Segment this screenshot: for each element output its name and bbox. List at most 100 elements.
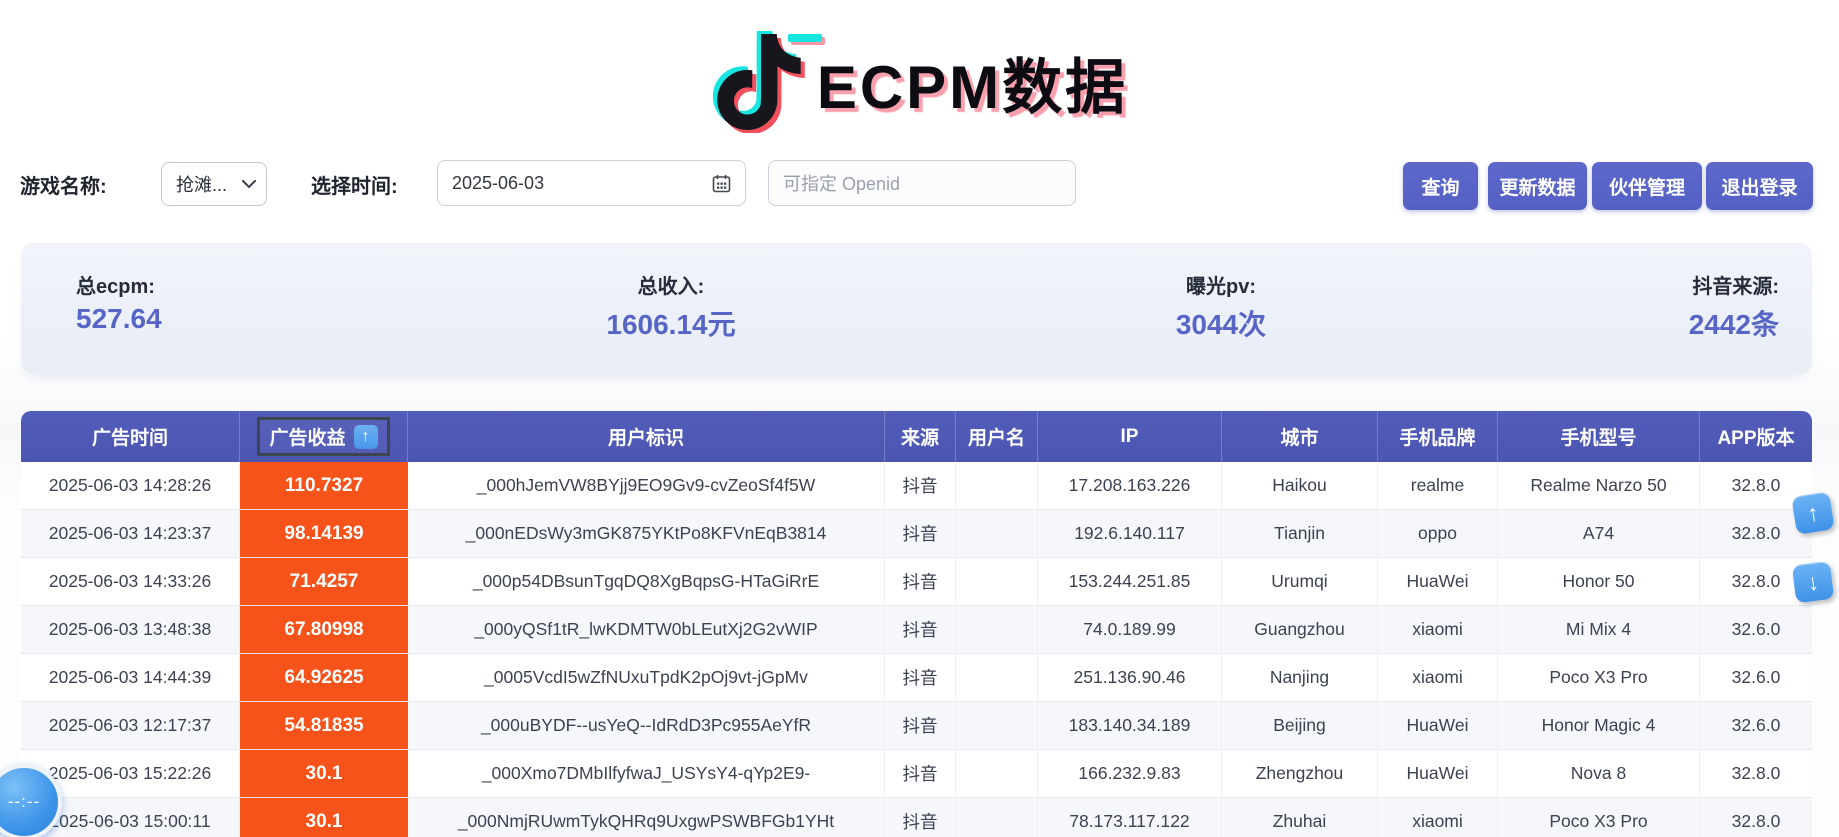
stat-total-ecpm: 总ecpm: 527.64 <box>76 243 376 374</box>
cell-source: 抖音 <box>885 798 956 837</box>
cell-ip: 183.140.34.189 <box>1038 702 1222 749</box>
cell-ad-revenue: 98.14139 <box>240 510 408 557</box>
cell-ad-time: 2025-06-03 12:17:37 <box>21 702 240 749</box>
cell-ad-time: 2025-06-03 14:23:37 <box>21 510 240 557</box>
cell-phone-model: Poco X3 Pro <box>1498 654 1700 701</box>
logout-button[interactable]: 退出登录 <box>1706 162 1813 210</box>
cell-ad-revenue: 64.92625 <box>240 654 408 701</box>
cell-username <box>956 510 1038 557</box>
table-row[interactable]: 2025-06-03 12:17:37 54.81835 _000uBYDF--… <box>21 702 1812 750</box>
table-row[interactable]: 2025-06-03 13:48:38 67.80998 _000yQSf1tR… <box>21 606 1812 654</box>
stat-douyin-source: 抖音来源: 2442条 <box>1479 243 1779 374</box>
cell-phone-brand: xiaomi <box>1378 798 1498 837</box>
table-row[interactable]: 2025-06-03 14:44:39 64.92625 _0005VcdI5w… <box>21 654 1812 702</box>
game-select[interactable]: 抢滩... <box>161 162 267 206</box>
cell-username <box>956 750 1038 797</box>
table-row[interactable]: 2025-06-03 15:22:26 30.1 _000Xmo7DMbIlfy… <box>21 750 1812 798</box>
header-ad-revenue: 广告收益 ↑ <box>240 411 408 462</box>
ecpm-dashboard-page: ECPM数据 游戏名称: 抢滩... 选择时间: 2025-06-03 可指定 … <box>0 0 1839 837</box>
cell-phone-brand: HuaWei <box>1378 750 1498 797</box>
header-ad-time[interactable]: 广告时间 <box>21 411 240 462</box>
table-header-row: 广告时间 广告收益 ↑ 用户标识 来源 用户名 IP 城市 手机品牌 手机型号 … <box>21 411 1812 462</box>
scroll-to-top-button[interactable]: ↑ <box>1791 491 1834 534</box>
stat-value: 1606.14元 <box>501 303 841 343</box>
table-row[interactable]: 2025-06-03 14:33:26 71.4257 _000p54DBsun… <box>21 558 1812 606</box>
header-app-version[interactable]: APP版本 <box>1700 411 1812 462</box>
game-name-label: 游戏名称: <box>20 170 107 199</box>
stat-value: 527.64 <box>76 303 376 335</box>
cell-ad-time: 2025-06-03 14:28:26 <box>21 462 240 509</box>
cell-phone-brand: xiaomi <box>1378 654 1498 701</box>
table-row[interactable]: 2025-06-03 14:28:26 110.7327 _000hJemVW8… <box>21 462 1812 510</box>
table-row[interactable]: 2025-06-03 15:00:11 30.1 _000NmjRUwmTykQ… <box>21 798 1812 837</box>
header-phone-model[interactable]: 手机型号 <box>1498 411 1700 462</box>
cell-phone-brand: HuaWei <box>1378 558 1498 605</box>
cell-phone-model: A74 <box>1498 510 1700 557</box>
cell-app-version: 32.6.0 <box>1700 654 1812 701</box>
cell-source: 抖音 <box>885 654 956 701</box>
cell-city: Urumqi <box>1222 558 1378 605</box>
stat-label: 总收入: <box>501 270 841 299</box>
table-row[interactable]: 2025-06-03 14:23:37 98.14139 _000nEDsWy3… <box>21 510 1812 558</box>
cell-user-id: _000uBYDF--usYeQ--IdRdD3Pc955AeYfR <box>408 702 885 749</box>
cell-ad-revenue: 110.7327 <box>240 462 408 509</box>
cell-phone-model: Mi Mix 4 <box>1498 606 1700 653</box>
calendar-icon <box>712 174 731 193</box>
cell-username <box>956 654 1038 701</box>
cell-user-id: _0005VcdI5wZfNUxuTpdK2pOj9vt-jGpMv <box>408 654 885 701</box>
cell-username <box>956 606 1038 653</box>
query-button[interactable]: 查询 <box>1403 162 1478 210</box>
cell-user-id: _000NmjRUwmTykQHRq9UxgwPSWBFGb1YHt <box>408 798 885 837</box>
cell-phone-brand: HuaWei <box>1378 702 1498 749</box>
cell-source: 抖音 <box>885 606 956 653</box>
cell-source: 抖音 <box>885 510 956 557</box>
cell-ip: 153.244.251.85 <box>1038 558 1222 605</box>
cell-ad-time: 2025-06-03 14:44:39 <box>21 654 240 701</box>
cell-username <box>956 558 1038 605</box>
date-value: 2025-06-03 <box>452 173 544 194</box>
cell-username <box>956 702 1038 749</box>
openid-input[interactable]: 可指定 Openid <box>768 160 1076 206</box>
cell-city: Zhuhai <box>1222 798 1378 837</box>
refresh-data-button[interactable]: 更新数据 <box>1488 162 1587 210</box>
cell-app-version: 32.6.0 <box>1700 606 1812 653</box>
cell-ip: 192.6.140.117 <box>1038 510 1222 557</box>
cell-ad-revenue: 67.80998 <box>240 606 408 653</box>
cell-user-id: _000yQSf1tR_lwKDMTW0bLEutXj2G2vWIP <box>408 606 885 653</box>
revenue-sort-control[interactable]: 广告收益 ↑ <box>257 417 389 456</box>
date-input[interactable]: 2025-06-03 <box>437 160 746 206</box>
cell-city: Nanjing <box>1222 654 1378 701</box>
cell-ad-time: 2025-06-03 14:33:26 <box>21 558 240 605</box>
cell-user-id: _000nEDsWy3mGK875YKtPo8KFVnEqB3814 <box>408 510 885 557</box>
header-ip[interactable]: IP <box>1038 411 1222 462</box>
cell-user-id: _000hJemVW8BYjj9EO9Gv9-cvZeoSf4f5W <box>408 462 885 509</box>
sort-ascending-icon[interactable]: ↑ <box>354 425 378 449</box>
header-username[interactable]: 用户名 <box>956 411 1038 462</box>
cell-phone-model: Realme Narzo 50 <box>1498 462 1700 509</box>
ecpm-data-table: 广告时间 广告收益 ↑ 用户标识 来源 用户名 IP 城市 手机品牌 手机型号 … <box>21 411 1812 837</box>
cell-city: Haikou <box>1222 462 1378 509</box>
stat-total-revenue: 总收入: 1606.14元 <box>501 243 841 374</box>
header-source[interactable]: 来源 <box>885 411 956 462</box>
table-body: 2025-06-03 14:28:26 110.7327 _000hJemVW8… <box>21 462 1812 837</box>
cell-phone-brand: oppo <box>1378 510 1498 557</box>
header-phone-brand[interactable]: 手机品牌 <box>1378 411 1498 462</box>
cell-ad-revenue: 71.4257 <box>240 558 408 605</box>
page-title: ECPM数据 <box>817 39 1128 126</box>
tiktok-note-icon <box>711 31 807 133</box>
cell-ip: 166.232.9.83 <box>1038 750 1222 797</box>
stats-summary-card: 总ecpm: 527.64 总收入: 1606.14元 曝光pv: 3044次 … <box>21 243 1812 374</box>
cell-user-id: _000p54DBsunTgqDQ8XgBqpsG-HTaGiRrE <box>408 558 885 605</box>
scroll-to-bottom-button[interactable]: ↓ <box>1792 561 1834 603</box>
header-city[interactable]: 城市 <box>1222 411 1378 462</box>
cell-app-version: 32.8.0 <box>1700 750 1812 797</box>
cell-ip: 17.208.163.226 <box>1038 462 1222 509</box>
openid-placeholder: 可指定 Openid <box>783 170 900 196</box>
partner-management-button[interactable]: 伙伴管理 <box>1592 162 1702 210</box>
cell-phone-model: Poco X3 Pro <box>1498 798 1700 837</box>
chevron-down-icon <box>242 180 256 189</box>
cell-username <box>956 798 1038 837</box>
cell-ad-time: 2025-06-03 13:48:38 <box>21 606 240 653</box>
header-user-id[interactable]: 用户标识 <box>408 411 885 462</box>
cell-ip: 74.0.189.99 <box>1038 606 1222 653</box>
